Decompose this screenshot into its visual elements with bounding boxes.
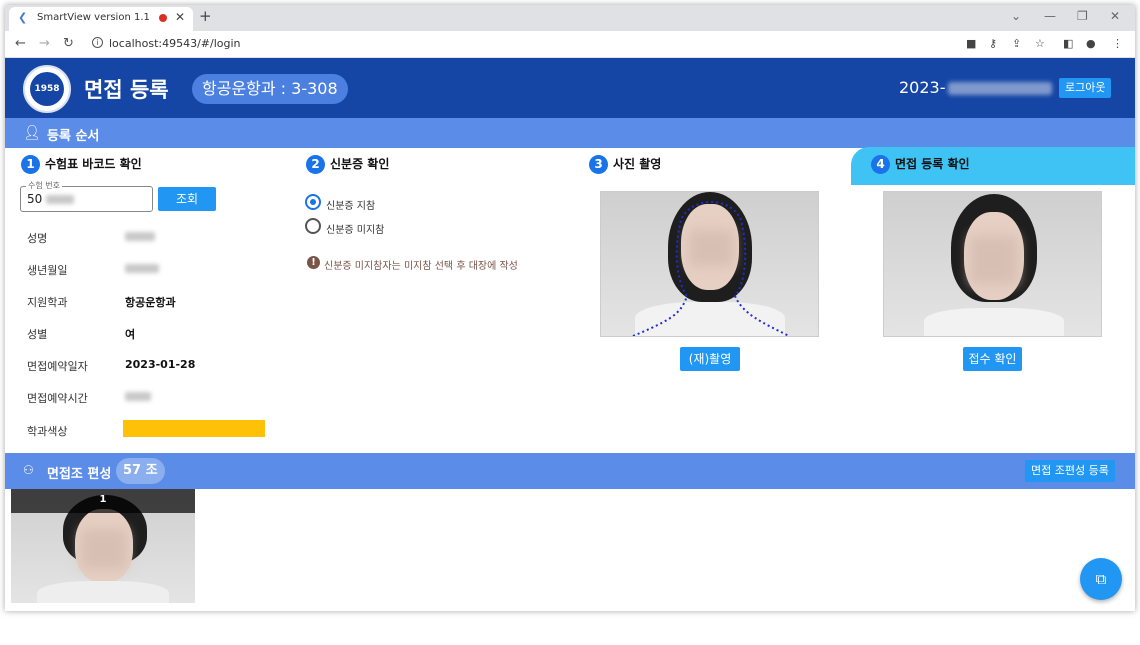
label-birthdate: 생년월일	[27, 264, 68, 277]
card-face-redacted	[81, 529, 127, 569]
side-panel-icon[interactable]: ◧	[1063, 37, 1073, 50]
step4-header: 4 면접 등록 확인	[871, 155, 970, 174]
name-redacted	[125, 232, 155, 241]
steps-section-bar: 👤︎ 등록 순서	[5, 118, 1135, 148]
step1-header: 1 수험표 바코드 확인	[21, 155, 142, 174]
current-datetime: 2023-	[899, 78, 1052, 97]
tab-title: SmartView version 1.1	[37, 12, 150, 23]
confirm-photo	[883, 191, 1102, 337]
info-icon: !	[307, 256, 320, 269]
flutter-favicon-icon: ❮	[18, 11, 28, 24]
tab-search-icon[interactable]: ⌄	[1011, 9, 1021, 23]
step3-number: 3	[589, 155, 608, 174]
back-icon[interactable]: ←	[15, 36, 26, 51]
value-interview-date: 2023-01-28	[125, 358, 196, 371]
id-absent-note: 신분증 미지참자는 미지참 선택 후 대장에 작성	[324, 261, 518, 272]
dept-color-swatch	[123, 420, 265, 437]
step2-title: 신분증 확인	[330, 157, 390, 171]
group-section-bar: ⚇ 면접조 편성 57 조 면접 조편성 등록	[5, 453, 1135, 489]
step4-number: 4	[871, 155, 890, 174]
exam-number-legend: 수험 번호	[26, 180, 62, 191]
value-gender: 여	[125, 328, 136, 341]
browser-tab[interactable]: ❮ SmartView version 1.1 ✕	[9, 7, 193, 31]
search-button[interactable]: 조회	[158, 187, 216, 211]
floating-settings-button[interactable]: ⧉	[1080, 558, 1122, 600]
url-field[interactable]: localhost:49543/#/login	[109, 37, 241, 50]
card-number-bar: 1	[11, 489, 195, 513]
step3-title: 사진 촬영	[613, 157, 662, 171]
menu-icon[interactable]: ⋮	[1112, 37, 1123, 50]
steps-section-title: 등록 순서	[47, 129, 100, 144]
label-department: 지원학과	[27, 296, 68, 309]
label-interview-date: 면접예약일자	[27, 360, 88, 373]
exam-number-value: 50	[27, 192, 75, 206]
register-group-button[interactable]: 면접 조편성 등록	[1025, 460, 1115, 482]
site-info-icon[interactable]: i	[92, 37, 103, 48]
birthdate-redacted	[125, 264, 159, 273]
dept-room-badge: 항공운항과 : 3-308	[192, 74, 348, 104]
person-icon: 👤︎	[23, 125, 41, 141]
step2-number: 2	[306, 155, 325, 174]
radio-id-absent[interactable]	[305, 218, 321, 234]
page-title: 면접 등록	[84, 78, 169, 102]
profile-icon[interactable]: ●	[1086, 37, 1096, 50]
forward-icon[interactable]: →	[39, 36, 50, 51]
logo-emblem: 1958	[30, 72, 64, 106]
camera-preview	[600, 191, 819, 337]
step3-header: 3 사진 촬영	[589, 155, 661, 174]
exam-number-redacted	[46, 195, 75, 204]
retake-photo-button[interactable]: (재)촬영	[680, 347, 740, 371]
confirm-body	[924, 308, 1064, 336]
logout-button[interactable]: 로그아웃	[1059, 78, 1112, 98]
confirm-receipt-button[interactable]: 접수 확인	[963, 347, 1022, 371]
card-number: 1	[99, 494, 107, 505]
browser-window: ❮ SmartView version 1.1 ✕ + ⌄ — ❐ ✕ ← → …	[5, 5, 1135, 611]
group-section-title: 면접조 편성	[47, 467, 112, 482]
camera-icon[interactable]: ■	[966, 37, 976, 50]
group-count-badge: 57 조	[116, 458, 165, 484]
exam-number-field[interactable]: 수험 번호 50	[20, 180, 153, 212]
address-bar: ← → ↻ i localhost:49543/#/login ■ ⚷ ⇪ ☆ …	[5, 31, 1135, 58]
confirm-face-redacted	[970, 236, 1018, 284]
tab-strip: ❮ SmartView version 1.1 ✕ + ⌄ — ❐ ✕	[5, 5, 1135, 31]
recording-indicator-icon	[159, 14, 167, 22]
step1-number: 1	[21, 155, 40, 174]
radio-id-present[interactable]	[305, 194, 321, 210]
minimize-icon[interactable]: —	[1044, 9, 1056, 23]
app-header: 1958 면접 등록 항공운항과 : 3-308 2023- 로그아웃	[5, 58, 1135, 118]
key-icon[interactable]: ⚷	[989, 37, 997, 50]
restore-icon[interactable]: ❐	[1077, 9, 1088, 23]
label-interview-time: 면접예약시간	[27, 392, 88, 405]
step4-title: 면접 등록 확인	[895, 157, 970, 171]
bookmark-star-icon[interactable]: ☆	[1035, 37, 1045, 50]
label-name: 성명	[27, 232, 48, 245]
step1-title: 수험표 바코드 확인	[45, 157, 142, 171]
reload-icon[interactable]: ↻	[63, 36, 74, 51]
step2-header: 2 신분증 확인	[306, 155, 389, 174]
college-logo: 1958	[23, 65, 71, 113]
label-dept-color: 학과색상	[27, 425, 68, 438]
interview-time-redacted	[125, 392, 151, 401]
card-body	[37, 581, 169, 603]
share-icon[interactable]: ⇪	[1012, 37, 1021, 50]
face-guide-path	[632, 201, 790, 336]
label-id-present[interactable]: 신분증 지참	[326, 197, 375, 212]
group-member-card[interactable]: 1	[11, 489, 195, 603]
label-id-absent[interactable]: 신분증 미지참	[326, 221, 384, 236]
people-group-icon: ⚇	[23, 463, 34, 477]
value-department: 항공운항과	[125, 296, 176, 309]
face-guide-outline	[632, 201, 790, 336]
datetime-redacted	[947, 82, 1052, 95]
close-tab-icon[interactable]: ✕	[175, 10, 185, 24]
new-tab-icon[interactable]: +	[199, 7, 212, 25]
screen-settings-icon: ⧉	[1095, 570, 1107, 588]
close-window-icon[interactable]: ✕	[1110, 9, 1120, 23]
label-gender: 성별	[27, 328, 48, 341]
